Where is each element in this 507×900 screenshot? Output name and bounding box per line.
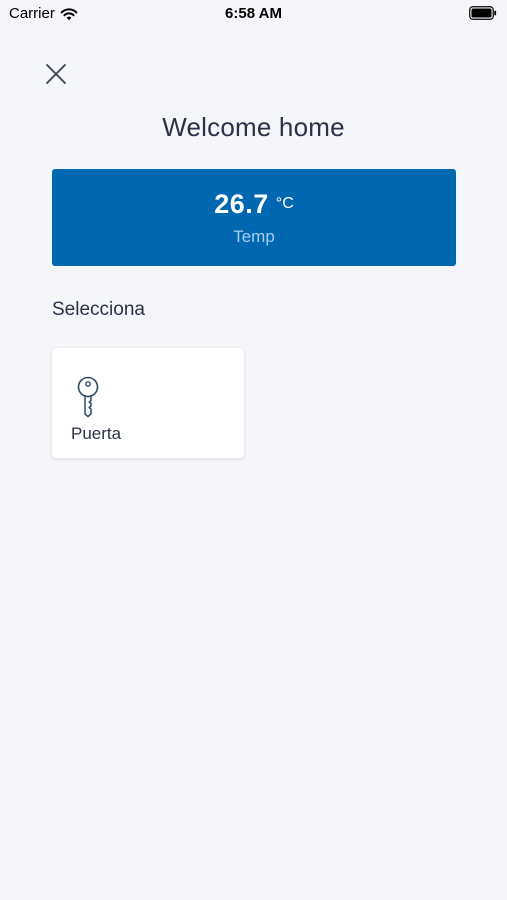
device-label: Puerta <box>71 424 122 443</box>
device-tile-puerta[interactable]: Puerta <box>52 348 244 458</box>
page-title: Welcome home <box>162 112 345 142</box>
section-heading: Selecciona <box>52 299 145 320</box>
status-bar: Carrier 6:58 AM <box>0 0 507 28</box>
temperature-label: Temp <box>233 227 275 246</box>
status-time: 6:58 AM <box>225 5 282 22</box>
temperature-unit: °C <box>275 195 294 212</box>
temperature-card: 26.7 °C Temp <box>52 169 456 266</box>
close-icon <box>46 64 66 84</box>
close-button[interactable] <box>40 58 72 90</box>
screen: Carrier 6:58 AM Welcome home 26.7 °C Tem… <box>0 0 507 900</box>
temperature-value: 26.7 <box>214 189 269 219</box>
key-icon <box>77 376 99 418</box>
temperature-value-row: 26.7 °C <box>52 189 456 220</box>
battery-icon <box>469 6 497 20</box>
